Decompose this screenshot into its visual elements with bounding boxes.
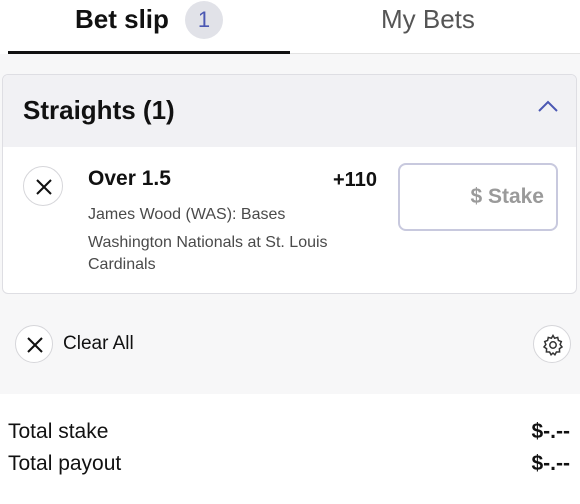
tab-bet-slip-label: Bet slip [75, 4, 169, 34]
selection-market: James Wood (WAS): Bases [88, 206, 286, 223]
clear-all-label[interactable]: Clear All [63, 333, 134, 355]
gear-icon [542, 334, 564, 357]
total-stake-value: $-.-- [531, 420, 571, 443]
selection-event: Washington Nationals at St. Louis Cardin… [88, 234, 328, 273]
tab-bet-slip[interactable]: Bet slip 1 [8, 0, 290, 54]
total-payout-label: Total payout [8, 452, 122, 475]
selection-odds: +110 [333, 169, 377, 191]
stake-input[interactable] [400, 165, 556, 229]
total-payout-value: $-.-- [531, 452, 571, 475]
bet-count-badge: 1 [185, 1, 223, 39]
straights-title: Straights (1) [23, 95, 175, 125]
bet-tabs: Bet slip 1 My Bets [0, 0, 580, 54]
straights-card: Straights (1) Over 1.5 James Wood (WAS):… [2, 74, 577, 294]
settings-button[interactable] [533, 325, 571, 363]
chevron-up-icon[interactable] [537, 99, 559, 113]
tab-my-bets-label: My Bets [381, 4, 475, 34]
selection-name: Over 1.5 [88, 167, 171, 190]
stake-field [398, 163, 558, 231]
totals-panel: Total stake $-.-- Total payout $-.-- [0, 394, 580, 504]
close-icon [36, 179, 52, 195]
close-icon [27, 337, 43, 353]
tab-my-bets[interactable]: My Bets [290, 0, 580, 54]
total-stake-label: Total stake [8, 420, 109, 443]
remove-selection-button[interactable] [23, 166, 63, 206]
straights-header[interactable]: Straights (1) [3, 75, 576, 147]
clear-all-button[interactable] [15, 325, 53, 363]
